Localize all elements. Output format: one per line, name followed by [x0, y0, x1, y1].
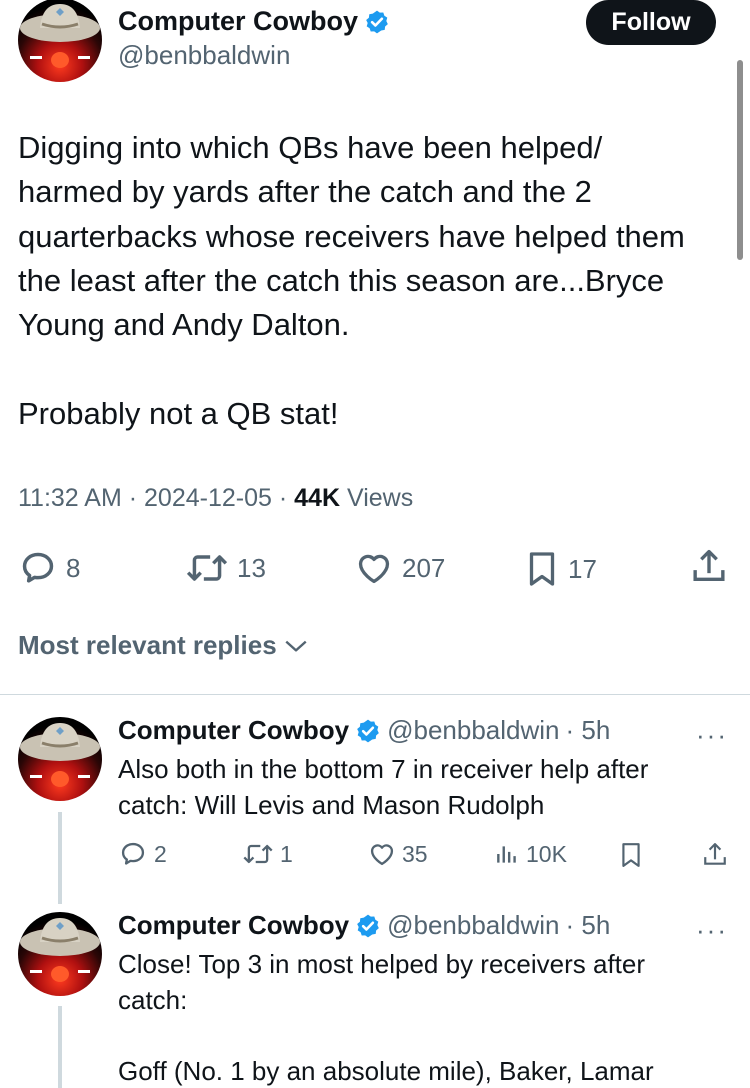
author-name-row[interactable]: Computer Cowboy: [118, 6, 390, 37]
reply-reply-button[interactable]: 2: [118, 840, 167, 868]
reply-text-line: Also both in the bottom 7 in receiver he…: [118, 754, 649, 784]
reply-author-handle[interactable]: @benbbaldwin: [387, 715, 559, 746]
tweet-meta: 11:32 AM · 2024-12-05 · 44K Views: [18, 484, 413, 513]
repost-arrows-icon: [243, 844, 273, 864]
verified-badge-icon: [366, 10, 388, 33]
share-upload-icon: [693, 549, 725, 581]
reply-count: 2: [154, 840, 167, 867]
follow-button[interactable]: Follow: [586, 0, 716, 45]
bookmark-icon: [622, 843, 640, 867]
meta-separator: ·: [128, 484, 138, 512]
bookmark-icon: [529, 552, 555, 586]
reply-views-button[interactable]: 10K: [494, 840, 567, 868]
reply-header: Computer Cowboy @benbbaldwin · 5h: [118, 715, 610, 746]
speech-bubble-icon: [121, 842, 145, 865]
tweet-actions: 8 13 207 17: [0, 545, 750, 591]
tweet-time[interactable]: 11:32 AM: [18, 484, 122, 512]
more-options-icon[interactable]: ···: [696, 720, 728, 751]
reply-count: 8: [66, 552, 81, 583]
tweet-text-line: Probably not a QB stat!: [18, 395, 339, 431]
meta-separator: ·: [278, 484, 288, 512]
tweet-text: Digging into which QBs have been helped/…: [18, 126, 728, 436]
reply-header: Computer Cowboy @benbbaldwin · 5h: [118, 910, 610, 941]
tweet-date[interactable]: 2024-12-05: [144, 484, 272, 512]
section-divider: [0, 694, 750, 695]
share-button[interactable]: [690, 547, 728, 587]
reply-repost-button[interactable]: 1: [242, 840, 293, 868]
like-count: 207: [402, 552, 446, 583]
bar-chart-icon: [497, 846, 516, 863]
reply-text: Close! Top 3 in most helped by receivers…: [118, 947, 728, 1088]
repost-count: 1: [280, 840, 293, 867]
repost-count: 13: [237, 552, 266, 583]
speech-bubble-icon: [22, 552, 54, 583]
replies-sort-toggle[interactable]: Most relevant replies: [18, 630, 309, 661]
tweet-text-line: Digging into which QBs have been helped/: [18, 130, 603, 165]
tweet-text-line: Young and Andy Dalton.: [18, 307, 350, 343]
reply-author-avatar[interactable]: [18, 912, 102, 996]
views-count: 44K: [294, 484, 341, 512]
views-label: Views: [346, 484, 414, 512]
heart-icon: [358, 554, 390, 584]
reply-bookmark-button[interactable]: [618, 840, 644, 870]
reply-author-handle[interactable]: @benbbaldwin: [387, 910, 559, 941]
bookmark-count: 17: [568, 553, 597, 584]
reply-text-line: Goff (No. 1 by an absolute mile), Baker,…: [118, 1055, 654, 1086]
thread-line: [58, 812, 62, 904]
replies-sort-label: Most relevant replies: [18, 630, 277, 660]
like-count: 35: [402, 840, 428, 867]
reply-time[interactable]: · 5h: [566, 910, 611, 941]
reply-author-avatar[interactable]: [18, 717, 102, 801]
tweet-detail-page: Computer Cowboy @benbbaldwin Follow Digg…: [0, 0, 750, 1088]
verified-badge-icon: [357, 719, 379, 742]
cowboy-avatar-image: [20, 4, 100, 68]
scrollbar[interactable]: [737, 60, 743, 260]
reply-text-line: catch:: [118, 984, 188, 1015]
cowboy-avatar-image: [20, 723, 100, 787]
reply-author-name[interactable]: Computer Cowboy: [118, 910, 349, 941]
author-name[interactable]: Computer Cowboy: [118, 6, 358, 37]
repost-arrows-icon: [186, 555, 228, 581]
reply-text: Also both in the bottom 7 in receiver he…: [118, 752, 728, 823]
author-avatar[interactable]: [18, 0, 102, 82]
tweet-text-line: the least after the catch this season ar…: [18, 262, 665, 298]
repost-button[interactable]: 13: [185, 549, 266, 587]
reply-time[interactable]: · 5h: [566, 715, 611, 746]
tweet-text-line: quarterbacks whose receivers have helped…: [18, 218, 685, 254]
views-count: 10K: [526, 840, 567, 867]
cowboy-avatar-image: [20, 918, 100, 982]
reply-author-name[interactable]: Computer Cowboy: [118, 715, 349, 746]
thread-line: [58, 1006, 62, 1088]
author-handle[interactable]: @benbbaldwin: [118, 40, 290, 71]
share-upload-icon: [704, 843, 726, 865]
chevron-down-icon: [285, 640, 307, 652]
reply-button[interactable]: 8: [18, 549, 80, 587]
reply-text-line: catch: Will Levis and Mason Rudolph: [118, 789, 545, 820]
like-button[interactable]: 207: [354, 549, 445, 587]
reply-text-line: Close! Top 3 in most helped by receivers…: [118, 949, 646, 979]
reply-like-button[interactable]: 35: [368, 840, 428, 868]
verified-badge-icon: [357, 914, 379, 937]
more-options-icon[interactable]: ···: [696, 915, 728, 946]
reply-share-button[interactable]: [702, 840, 728, 870]
bookmark-button[interactable]: 17: [524, 549, 597, 589]
heart-icon: [370, 844, 394, 866]
tweet-text-line: harmed by yards after the catch and the …: [18, 174, 592, 210]
